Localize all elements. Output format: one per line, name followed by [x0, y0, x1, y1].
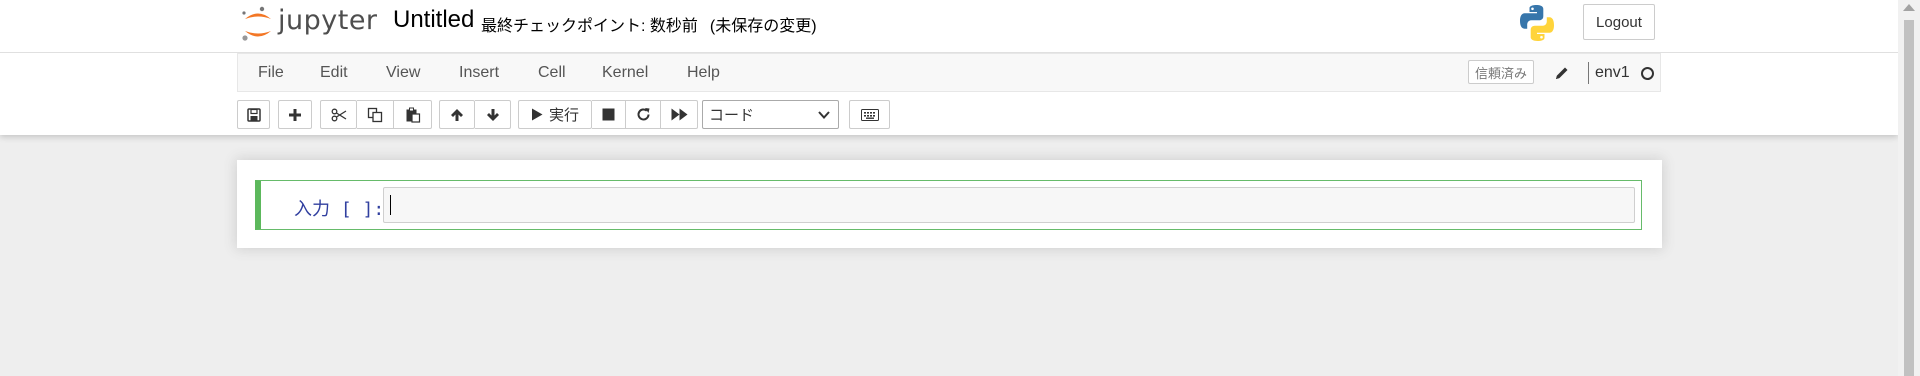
- chevron-down-icon: [818, 111, 830, 119]
- plus-icon: [289, 108, 301, 121]
- paste-button[interactable]: [394, 100, 432, 129]
- menu-edit[interactable]: Edit: [320, 64, 348, 82]
- menu-help[interactable]: Help: [687, 64, 720, 82]
- trusted-indicator[interactable]: 信頼済み: [1468, 60, 1535, 84]
- paste-icon: [406, 107, 420, 123]
- save-icon: [246, 107, 261, 122]
- scroll-up-arrow-icon[interactable]: [1903, 4, 1915, 11]
- save-button[interactable]: [237, 100, 270, 129]
- restart-kernel-button[interactable]: [626, 100, 661, 129]
- interrupt-kernel-button[interactable]: [592, 100, 626, 129]
- text-cursor: [390, 195, 391, 215]
- kernel-idle-indicator-icon: [1641, 67, 1654, 80]
- copy-button[interactable]: [357, 100, 394, 129]
- cell-type-select[interactable]: コード: [702, 100, 839, 129]
- code-editor-input[interactable]: [383, 187, 1635, 223]
- cut-icon: [331, 108, 346, 121]
- command-palette-button[interactable]: [849, 100, 890, 129]
- stop-icon: [602, 108, 615, 121]
- jupyter-logo-text: jupyter: [278, 5, 378, 36]
- menubar: File Edit View Insert Cell Kernel Help 信…: [237, 53, 1661, 92]
- menu-insert[interactable]: Insert: [459, 64, 499, 82]
- menu-view[interactable]: View: [386, 64, 420, 82]
- menu-cell[interactable]: Cell: [538, 64, 566, 82]
- move-cell-down-button[interactable]: [475, 100, 511, 129]
- checkpoint-time: 数秒前: [649, 18, 698, 35]
- logout-button[interactable]: Logout: [1583, 4, 1655, 40]
- kernel-divider: [1588, 62, 1589, 84]
- python-logo-icon: [1520, 5, 1554, 41]
- copy-icon: [367, 107, 383, 122]
- cut-button[interactable]: [320, 100, 357, 129]
- menu-file[interactable]: File: [258, 64, 284, 82]
- run-button[interactable]: 実行: [518, 100, 592, 129]
- keyboard-icon: [860, 108, 879, 121]
- unsaved-changes-status: (未保存の変更): [709, 18, 817, 35]
- restart-run-all-button[interactable]: [661, 100, 698, 129]
- insert-cell-button[interactable]: [278, 100, 312, 129]
- cell-type-value: コード: [709, 107, 755, 124]
- input-prompt: 入力 [ ]:: [294, 199, 385, 220]
- arrow-up-icon: [451, 108, 463, 121]
- move-cell-up-button[interactable]: [439, 100, 475, 129]
- checkpoint-status: 最終チェックポイント: 数秒前 (未保存の変更): [481, 12, 817, 36]
- run-label: 実行: [548, 107, 579, 124]
- pencil-icon[interactable]: [1554, 65, 1570, 81]
- checkpoint-label: 最終チェックポイント:: [481, 18, 646, 35]
- scrollbar-thumb[interactable]: [1904, 20, 1914, 376]
- restart-icon: [637, 108, 649, 121]
- play-icon: [531, 108, 543, 121]
- kernel-name[interactable]: env1: [1595, 64, 1630, 82]
- fast-forward-icon: [671, 108, 687, 121]
- notebook-title[interactable]: Untitled: [393, 6, 474, 34]
- menu-kernel[interactable]: Kernel: [602, 64, 648, 82]
- arrow-down-icon: [486, 108, 499, 121]
